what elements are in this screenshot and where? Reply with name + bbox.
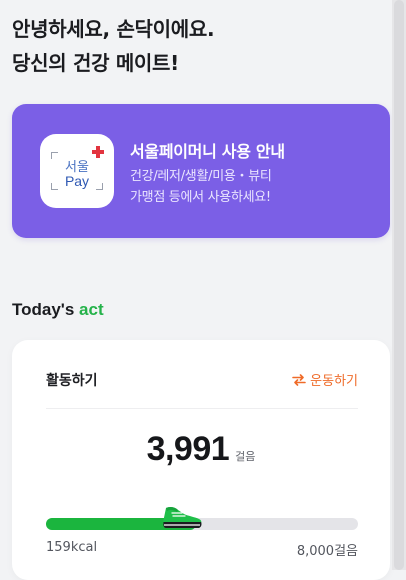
- banner-desc-line-1: 건강/레저/생활/미용・뷰티: [130, 169, 272, 184]
- step-count: 3,991 걸음: [12, 430, 390, 469]
- vertical-scrollbar[interactable]: [392, 0, 406, 570]
- card-title: 활동하기: [46, 373, 98, 389]
- switch-to-exercise-button[interactable]: 운동하기: [292, 370, 358, 389]
- greeting-line-1: 안녕하세요, 손닥이에요.: [12, 17, 215, 41]
- swap-arrows-icon: [292, 373, 306, 386]
- step-count-unit: 걸음: [235, 450, 256, 463]
- switch-label: 운동하기: [310, 374, 358, 389]
- sneaker-icon: [163, 506, 202, 528]
- heading-accent: act: [79, 300, 104, 319]
- scrollbar-thumb[interactable]: [394, 0, 404, 570]
- banner-description: 건강/레저/생활/미용・뷰티 가맹점 등에서 사용하세요!: [130, 166, 380, 208]
- greeting: 안녕하세요, 손닥이에요. 당신의 건강 메이트!: [12, 12, 215, 80]
- banner-desc-line-2: 가맹점 등에서 사용하세요!: [130, 190, 271, 205]
- seoul-pay-banner[interactable]: 서울 Pay 서울페이머니 사용 안내 건강/레저/생활/미용・뷰티 가맹점 등…: [12, 104, 390, 238]
- activity-card: 활동하기 운동하기 3,991 걸음 159kcal 8,000걸음: [12, 340, 390, 580]
- step-count-value: 3,991: [146, 430, 230, 468]
- todays-act-heading: Today's act: [12, 300, 104, 320]
- divider: [46, 408, 358, 409]
- greeting-line-2: 당신의 건강 메이트!: [12, 51, 179, 75]
- logo-text-pay: Pay: [64, 173, 90, 189]
- banner-title: 서울페이머니 사용 안내: [130, 142, 285, 161]
- heading-text: Today's: [12, 300, 80, 319]
- step-goal: 8,000걸음: [296, 544, 358, 559]
- seoul-pay-logo: 서울 Pay: [40, 134, 114, 208]
- calories-burned: 159kcal: [46, 540, 98, 555]
